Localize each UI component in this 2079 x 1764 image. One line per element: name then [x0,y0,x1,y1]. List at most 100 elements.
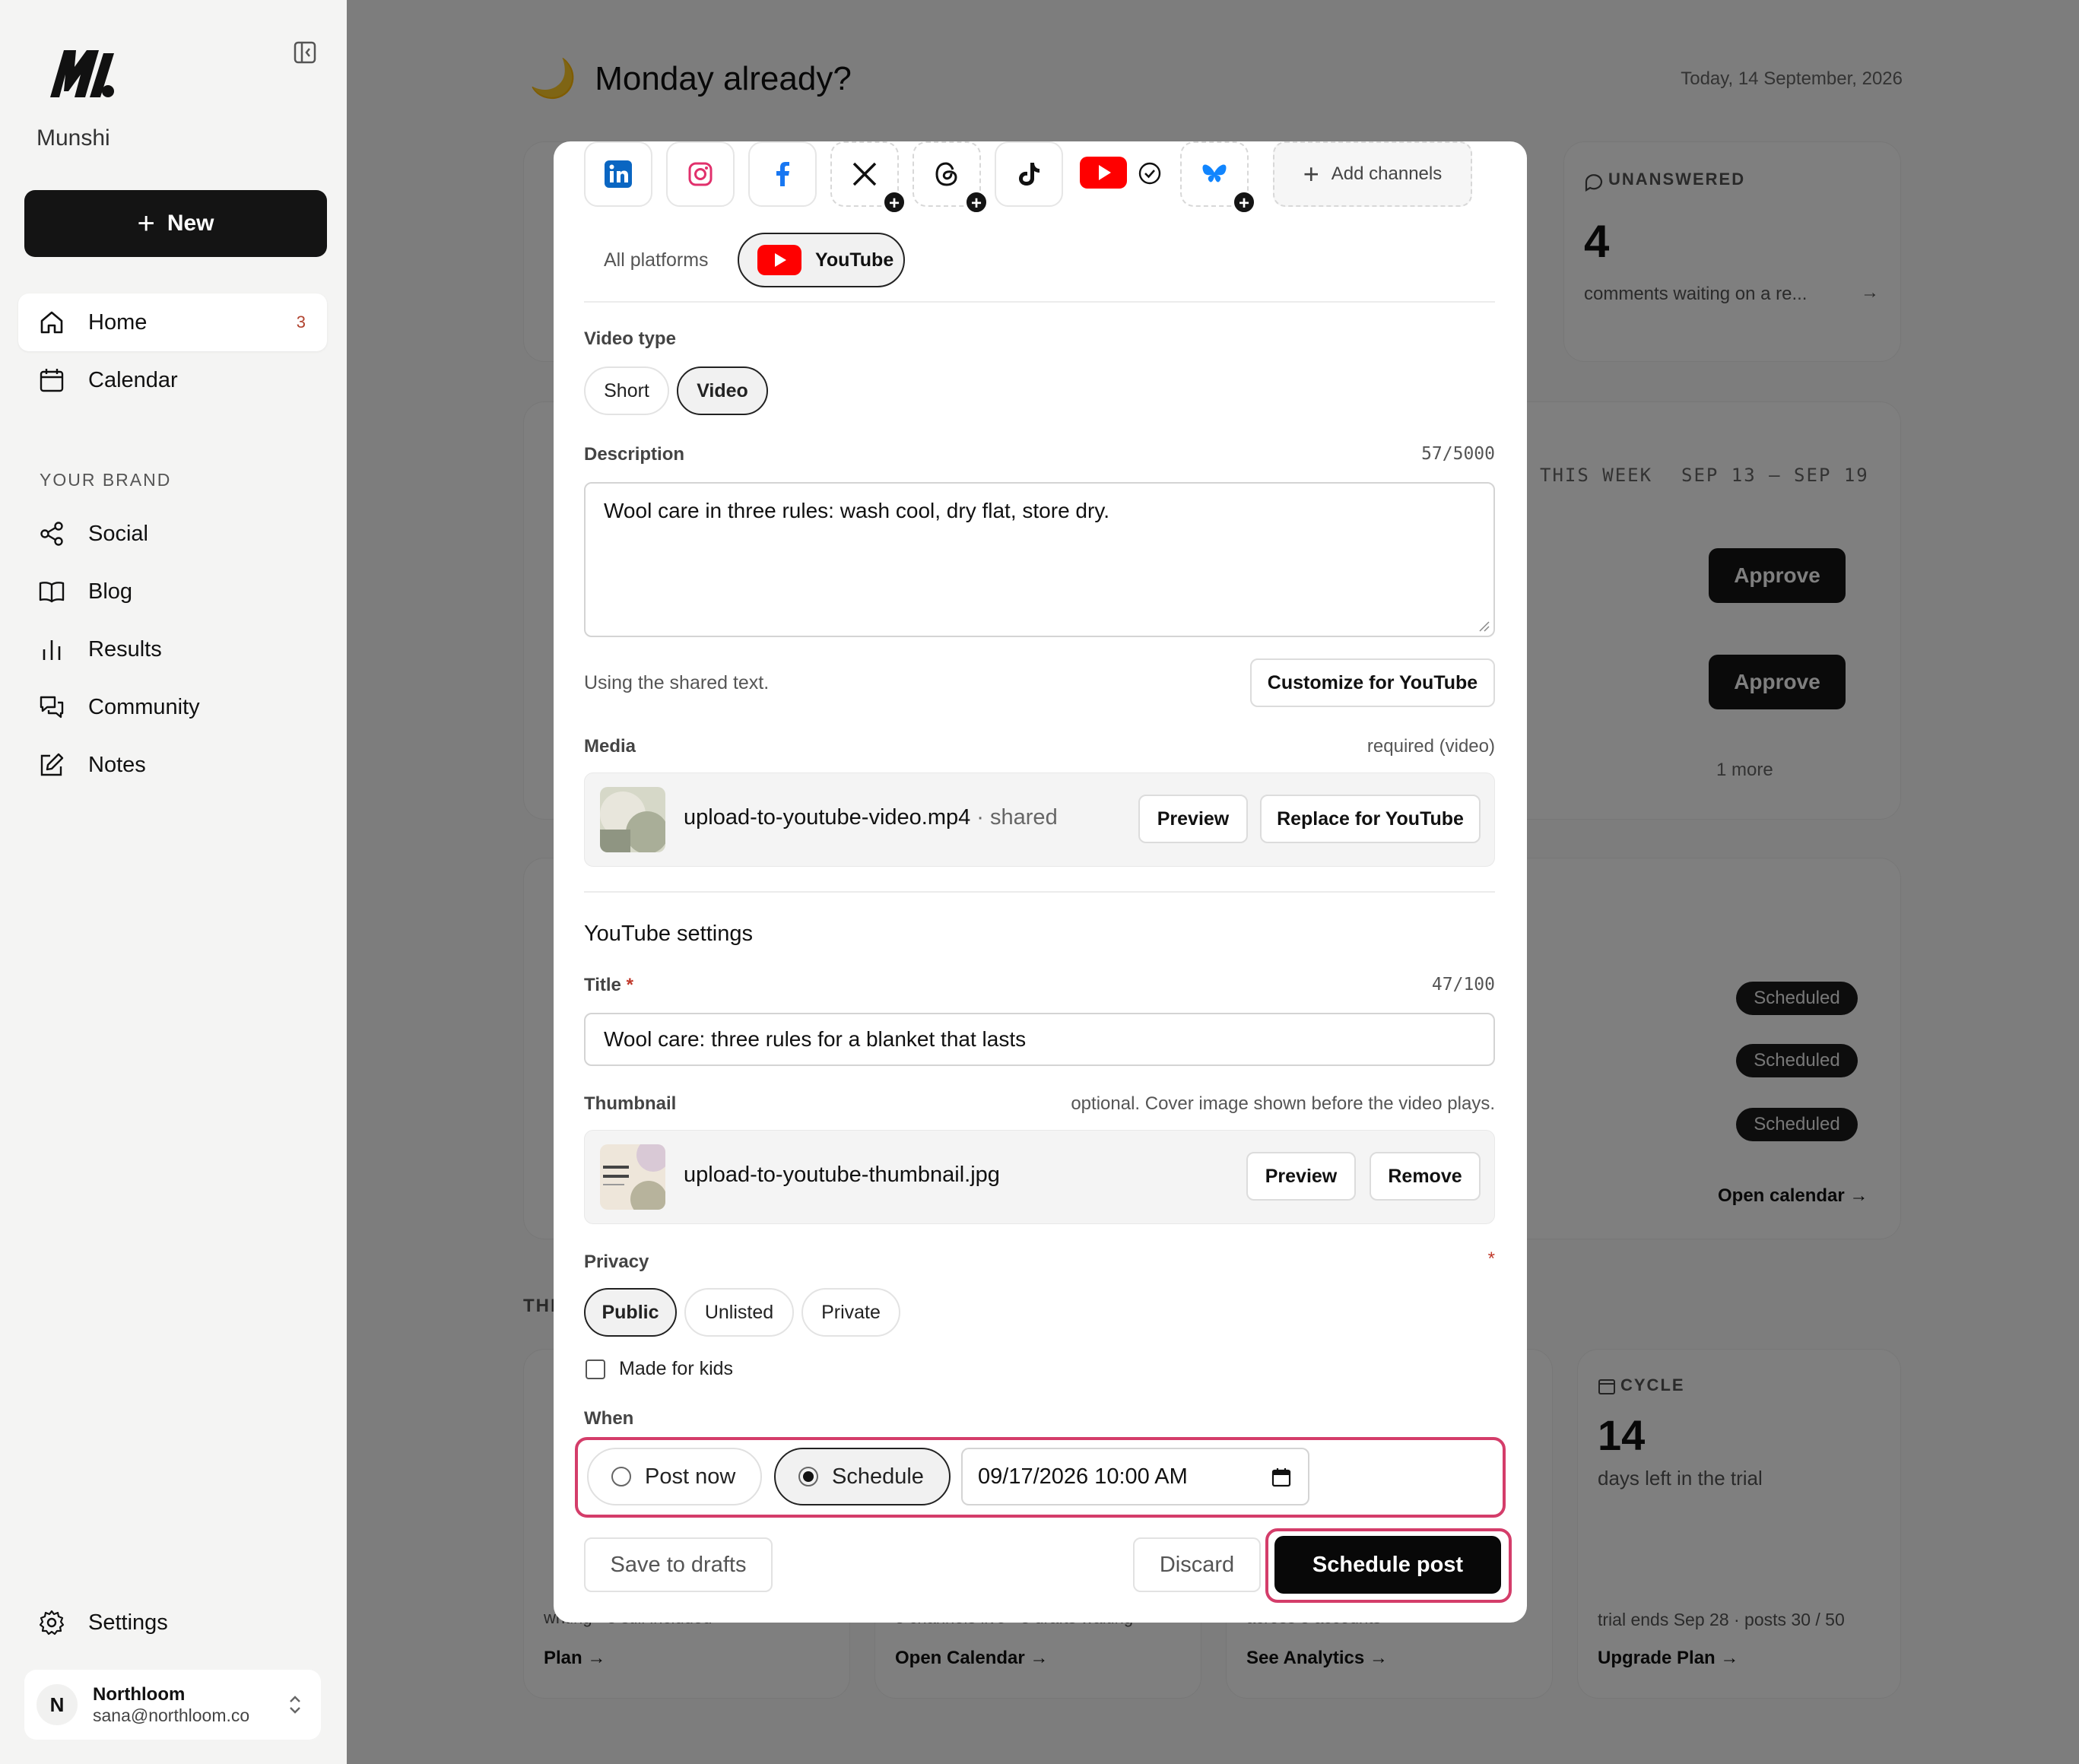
tab-all-platforms[interactable]: All platforms [604,249,709,271]
required-marker: * [1487,1248,1495,1269]
thumbnail-label: Thumbnail [584,1093,677,1114]
channel-linkedin[interactable] [584,141,652,207]
description-counter: 57/5000 [1421,444,1495,464]
sidebar-collapse-icon[interactable] [292,40,318,65]
check-circle-icon [1138,162,1161,185]
sidebar-item-settings[interactable]: Settings [18,1594,327,1651]
account-switcher[interactable]: N Northloom sana@northloom.co [24,1670,321,1740]
schedule-post-button[interactable]: Schedule post [1274,1536,1501,1594]
new-button[interactable]: + New [24,190,327,257]
sidebar-item-label: Results [88,636,162,662]
tiktok-icon [1019,163,1040,186]
radio-schedule[interactable] [798,1467,818,1486]
add-icon: + [964,190,989,214]
description-text: Wool care in three rules: wash cool, dry… [604,499,1110,522]
checkbox[interactable] [586,1359,605,1379]
channel-x[interactable]: + [830,141,906,214]
resize-handle-icon[interactable] [1478,620,1490,633]
video-type-label: Video type [584,328,676,349]
sidebar-item-blog[interactable]: Blog [18,563,327,620]
made-for-kids-checkbox[interactable]: Made for kids [586,1358,733,1380]
title-label-text: Title [584,975,621,995]
sidebar-item-label: Calendar [88,367,178,392]
privacy-public[interactable]: Public [584,1288,677,1337]
divider [584,301,1495,303]
sidebar-item-social[interactable]: Social [18,505,327,563]
thumbnail-preview-button[interactable]: Preview [1246,1152,1356,1201]
channel-instagram[interactable] [666,141,735,207]
sidebar-item-notes[interactable]: Notes [18,736,327,794]
section-label-your-brand: YOUR BRAND [40,470,172,490]
channel-bluesky[interactable]: + [1180,141,1256,214]
thumbnail-remove-button[interactable]: Remove [1370,1152,1481,1201]
video-type-short[interactable]: Short [584,366,669,415]
share-icon [40,522,63,546]
tab-youtube-label: YouTube [815,249,894,271]
channel-facebook[interactable] [748,141,817,207]
media-preview-button[interactable]: Preview [1138,795,1248,843]
youtube-icon [1080,157,1127,189]
thumbnail-file: upload-to-youtube-thumbnail.jpg Preview … [584,1130,1495,1224]
linkedin-icon [605,160,632,188]
sidebar-item-label: Community [88,694,200,719]
sidebar-item-label: Home [88,309,148,335]
media-hint: required (video) [1366,736,1495,757]
bluesky-icon [1202,164,1227,182]
description-textarea[interactable]: Wool care in three rules: wash cool, dry… [584,482,1495,637]
when-label: When [584,1408,634,1429]
channel-threads[interactable]: + [913,141,989,214]
media-file-name: upload-to-youtube-video.mp4 · shared [684,805,1058,830]
title-label: Title * [584,975,633,996]
sidebar-item-results[interactable]: Results [18,620,327,678]
title-counter: 47/100 [1431,975,1495,995]
instagram-icon [688,162,713,186]
gear-icon [39,1610,65,1636]
calendar-icon[interactable] [1271,1467,1291,1487]
discard-button[interactable]: Discard [1133,1537,1261,1592]
post-now-label: Post now [645,1464,736,1489]
media-shared-tag: · shared [970,805,1058,830]
radio-post-now[interactable] [611,1467,631,1486]
facebook-icon [776,162,789,186]
title-value: Wool care: three rules for a blanket tha… [604,1027,1027,1051]
schedule-datetime-input[interactable]: 09/17/2026 10:00 AM [961,1448,1309,1505]
book-icon [39,582,65,603]
edit-note-icon [40,753,64,776]
channel-youtube-selected[interactable] [1080,155,1163,198]
channel-tiktok[interactable] [995,141,1063,207]
sidebar-item-calendar[interactable]: Calendar [18,351,327,409]
post-now-option[interactable]: Post now [587,1448,762,1505]
sidebar-item-label: Notes [88,752,146,777]
media-replace-button[interactable]: Replace for YouTube [1260,795,1481,843]
privacy-unlisted[interactable]: Unlisted [684,1288,794,1337]
made-for-kids-label: Made for kids [619,1358,734,1379]
sidebar-item-label: Blog [88,579,133,604]
thumbnail-hint: optional. Cover image shown before the v… [1071,1093,1495,1114]
x-twitter-icon [852,162,877,186]
video-type-video[interactable]: Video [677,366,768,415]
customize-youtube-button[interactable]: Customize for YouTube [1250,658,1495,707]
add-channels-button[interactable]: + Add channels [1273,141,1472,207]
chat-bubbles-icon [40,696,64,719]
sidebar: Munshi + New Home 3 Calendar YOUR BRAND … [0,0,347,1764]
schedule-label: Schedule [832,1464,924,1489]
privacy-label: Privacy [584,1252,649,1272]
add-icon: + [882,190,906,214]
schedule-option[interactable]: Schedule [774,1448,951,1505]
tab-youtube[interactable]: YouTube [738,233,905,287]
home-icon [40,311,63,334]
youtube-icon [757,245,801,275]
media-file: upload-to-youtube-video.mp4 · shared Pre… [584,773,1495,867]
munshi-logo [50,50,114,97]
video-thumbnail [600,787,665,852]
privacy-private[interactable]: Private [801,1288,900,1337]
shared-text-note: Using the shared text. [584,672,770,693]
account-email: sana@northloom.co [93,1705,250,1725]
sidebar-item-home[interactable]: Home 3 [18,293,327,351]
home-badge: 3 [296,313,306,332]
add-channels-label: Add channels [1331,163,1443,184]
sidebar-item-label: Social [88,521,148,546]
sidebar-item-community[interactable]: Community [18,678,327,736]
save-to-drafts-button[interactable]: Save to drafts [584,1537,773,1592]
title-input[interactable]: Wool care: three rules for a blanket tha… [584,1013,1495,1066]
